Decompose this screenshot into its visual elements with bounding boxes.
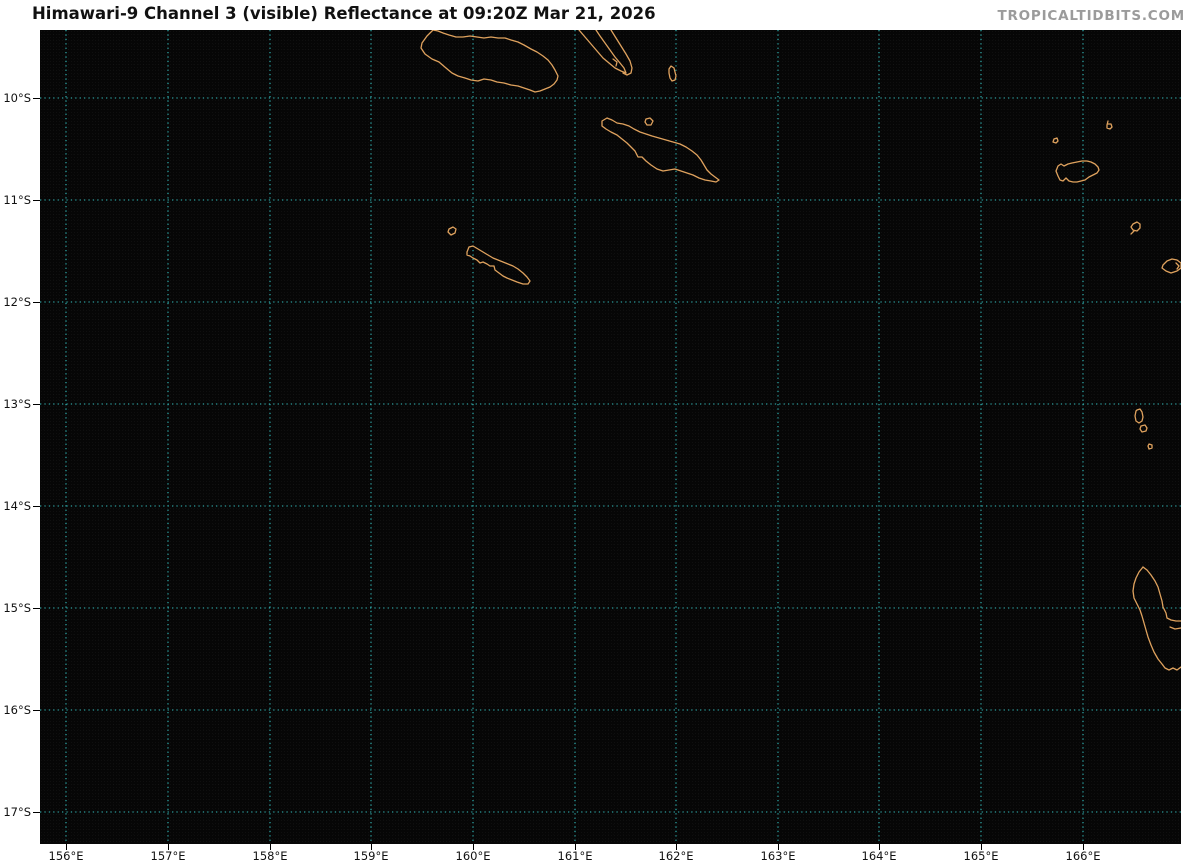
coastline-layer [421,30,1181,670]
torres-mid-coastline [1140,425,1147,432]
maramasike-coastline [611,30,632,75]
grid-layer [40,30,1181,844]
y-tick-mark [33,506,40,507]
y-tick-mark [33,302,40,303]
y-tick-mark [33,98,40,99]
malaita-south-coastline [579,30,626,73]
vanikoro-coastline [1162,259,1181,273]
espiritu-santo-east-coastline [1143,567,1181,621]
y-tick-label: 13°S [0,397,31,411]
malaita-inlet-coastline [613,59,617,66]
satellite-image-page: Himawari-9 Channel 3 (visible) Reflectan… [0,0,1200,867]
torres-south-coastline [1148,444,1152,449]
x-tick-label: 160°E [456,850,491,863]
y-tick-label: 14°S [0,499,31,513]
x-tick-label: 157°E [151,850,186,863]
y-tick-label: 10°S [0,91,31,105]
y-tick-label: 15°S [0,601,31,615]
torres-north-coastline [1135,409,1143,423]
malo-channel-coastline [1170,627,1181,629]
y-tick-label: 17°S [0,805,31,819]
makira-coastline [602,118,719,182]
x-tick-label: 161°E [558,850,593,863]
y-tick-mark [33,812,40,813]
y-tick-mark [33,200,40,201]
site-watermark: TROPICALTIDBITS.COM [997,8,1185,24]
y-tick-mark [33,608,40,609]
image-title: Himawari-9 Channel 3 (visible) Reflectan… [32,4,656,23]
ugi-coastline [645,118,653,125]
map-svg [40,30,1181,844]
rennell-coastline [467,246,530,284]
x-tick-label: 165°E [964,850,999,863]
y-tick-label: 12°S [0,295,31,309]
x-tick-label: 163°E [761,850,796,863]
y-tick-label: 16°S [0,703,31,717]
bellona-coastline [448,227,456,235]
y-tick-mark [33,710,40,711]
y-tick-mark [33,404,40,405]
utupua-coastline [1131,222,1140,234]
map-canvas [40,30,1181,844]
y-tick-label: 11°S [0,193,31,207]
espiritu-santo-west-coastline [1133,567,1181,670]
islet-west-of-nendo-coastline [1053,138,1058,143]
x-tick-label: 164°E [862,850,897,863]
x-tick-label: 162°E [659,850,694,863]
tinakula-coastline [1107,121,1112,129]
x-tick-label: 158°E [253,850,288,863]
x-tick-label: 166°E [1066,850,1101,863]
nendo-coastline [1056,161,1099,182]
ulawa-coastline [669,66,676,81]
x-tick-label: 159°E [354,850,389,863]
guadalcanal-coastline [421,30,558,92]
x-tick-label: 156°E [49,850,84,863]
